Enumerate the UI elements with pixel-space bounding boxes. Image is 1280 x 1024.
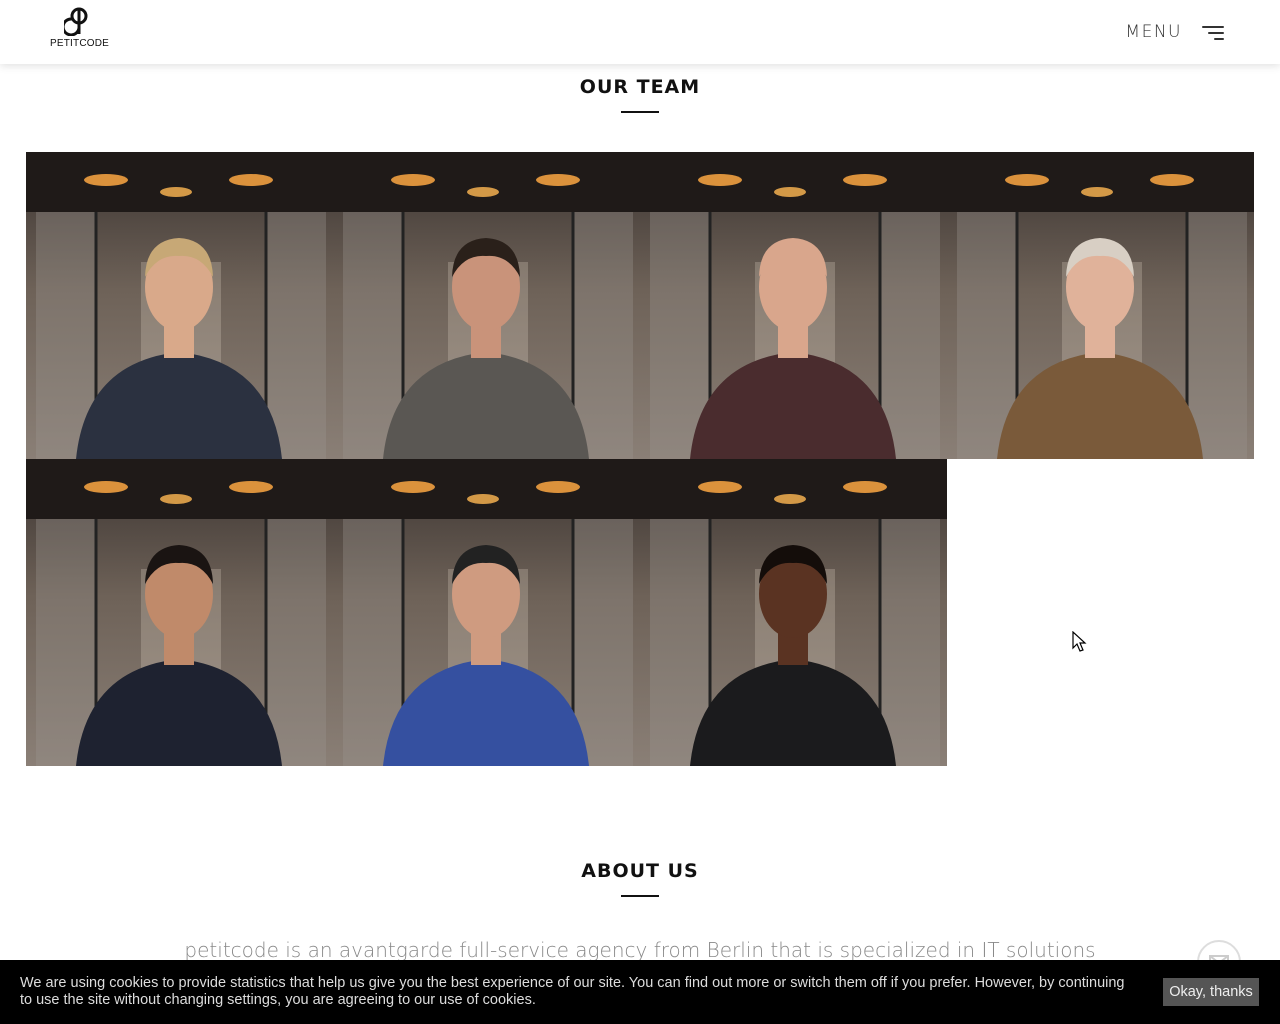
logo[interactable]: PETITCODE [50,6,110,58]
petitcode-logo-icon [64,7,88,36]
team-grid [26,152,1254,766]
about-text: petitcode is an avantgarde full-service … [184,938,1096,962]
team-photo[interactable] [333,152,640,459]
cookie-banner: We are using cookies to provide statisti… [0,960,1280,1024]
cookie-accept-button[interactable]: Okay, thanks [1163,978,1259,1006]
team-photo[interactable] [640,152,947,459]
cookie-text: We are using cookies to provide statisti… [20,975,1125,1008]
team-title-divider [621,111,659,113]
team-photo[interactable] [640,459,947,766]
mouse-cursor-icon [1072,631,1087,652]
hamburger-icon [1202,23,1224,41]
about-title-divider [621,895,659,897]
team-photo[interactable] [947,152,1254,459]
logo-text: PETITCODE [50,38,110,49]
menu-button[interactable]: MENU [1125,19,1224,45]
about-section-title: ABOUT US [581,860,699,882]
site-header: PETITCODE MENU [0,0,1280,64]
menu-label: MENU [1125,22,1182,42]
team-photo[interactable] [26,459,333,766]
team-section-title: OUR TEAM [579,76,701,98]
team-photo[interactable] [333,459,640,766]
team-photo[interactable] [26,152,333,459]
